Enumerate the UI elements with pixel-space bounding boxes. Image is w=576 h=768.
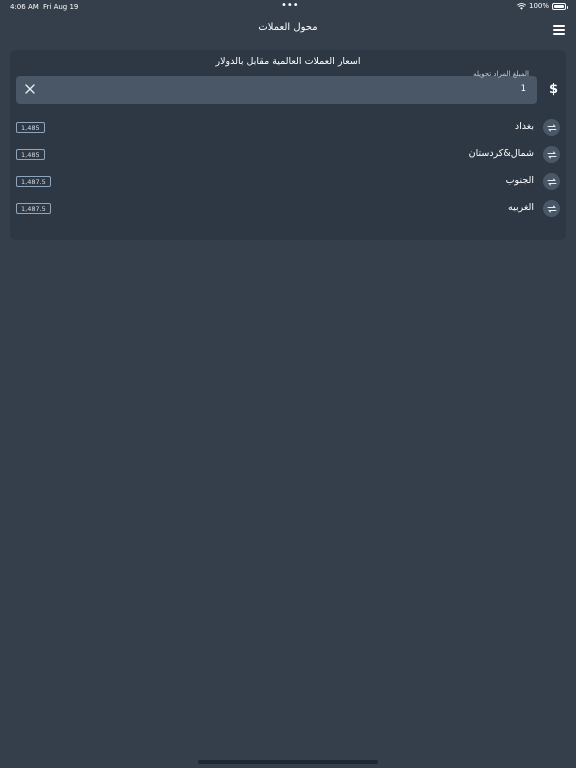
hamburger-menu-icon[interactable] — [553, 25, 565, 35]
region-name: شمال&كردستان — [468, 148, 534, 159]
card-heading: اسعار العملات العالمية مقابل بالدولار — [215, 56, 361, 67]
close-icon[interactable] — [24, 83, 36, 95]
status-date: Fri Aug 19 — [43, 3, 79, 11]
rate-row-west: 1,487.5 الغربيه — [16, 199, 560, 219]
swap-icon[interactable] — [543, 200, 560, 217]
wifi-icon — [517, 2, 526, 10]
rate-row-baghdad: 1,485 بغداد — [16, 118, 560, 138]
converter-card: اسعار العملات العالمية مقابل بالدولار ال… — [10, 50, 566, 240]
amount-input[interactable]: المبلغ المراد تحويله 1 — [16, 70, 537, 104]
rate-row-kurdistan: 1,485 شمال&كردستان — [16, 145, 560, 165]
home-indicator[interactable] — [198, 760, 378, 764]
multitasking-dots-icon[interactable]: ••• — [281, 0, 299, 11]
status-bar: 4:06 AM Fri Aug 19 ••• 100% — [0, 0, 576, 14]
battery-icon — [552, 2, 568, 10]
region-name: بغداد — [514, 121, 534, 132]
page-title: محول العملات — [258, 22, 318, 33]
swap-icon[interactable] — [543, 173, 560, 190]
status-time: 4:06 AM — [10, 3, 39, 11]
swap-icon[interactable] — [543, 119, 560, 136]
battery-percentage: 100% — [528, 2, 549, 10]
dollar-icon: $ — [548, 82, 558, 97]
rate-badge: 1,487.5 — [16, 203, 51, 214]
amount-label: المبلغ المراد تحويله — [473, 70, 529, 78]
rate-badge: 1,485 — [16, 149, 45, 160]
rate-badge: 1,487.5 — [16, 176, 51, 187]
status-right: 100% — [517, 2, 568, 10]
swap-icon[interactable] — [543, 146, 560, 163]
region-name: الغربيه — [508, 202, 534, 213]
amount-value[interactable]: 1 — [521, 84, 526, 94]
region-name: الجنوب — [505, 175, 534, 186]
rate-row-south: 1,487.5 الجنوب — [16, 172, 560, 192]
rate-badge: 1,485 — [16, 122, 45, 133]
